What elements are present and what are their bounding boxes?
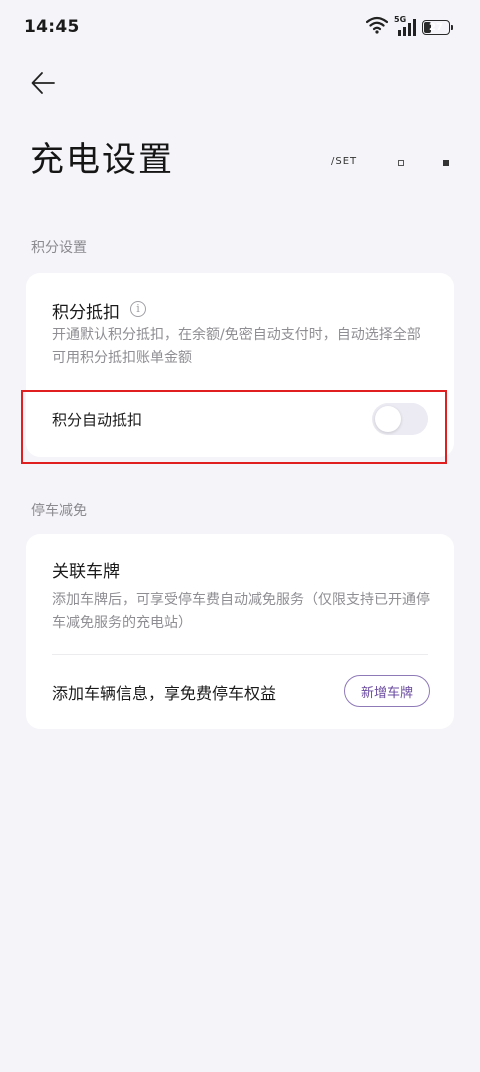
- battery-cap: [451, 24, 453, 30]
- add-plate-button[interactable]: 新增车牌: [344, 675, 430, 707]
- info-icon[interactable]: i: [130, 301, 146, 317]
- divider: [52, 654, 428, 655]
- status-icons: 5G 27: [365, 15, 453, 38]
- section-label-points: 积分设置: [31, 240, 87, 256]
- parking-description: 添加车牌后，可享受停车费自动减免服务（仅限支持已开通停车减免服务的充电站）: [52, 592, 430, 631]
- status-bar: 14:45 5G 27: [0, 0, 480, 56]
- add-vehicle-text: 添加车辆信息，享免费停车权益: [52, 684, 277, 703]
- page-title: 充电设置: [30, 140, 174, 180]
- set-label: /SET: [331, 156, 358, 167]
- arrow-left-icon: [31, 72, 55, 94]
- section-label-parking: 停车减免: [31, 503, 87, 519]
- square-filled-icon: [443, 160, 449, 166]
- highlight-box: [21, 390, 447, 464]
- points-description: 开通默认积分抵扣，在余额/免密自动支付时，自动选择全部可用积分抵扣账单金额: [52, 327, 421, 366]
- battery-icon: 27: [422, 19, 453, 35]
- wifi-icon: [365, 16, 389, 38]
- parking-card: 关联车牌 添加车牌后，可享受停车费自动减免服务（仅限支持已开通停车减免服务的充电…: [26, 534, 454, 729]
- points-title: 积分抵扣: [52, 303, 120, 323]
- battery-level: 27: [429, 21, 443, 33]
- parking-title: 关联车牌: [52, 562, 120, 582]
- square-outline-icon: [398, 160, 404, 166]
- status-time: 14:45: [24, 17, 80, 37]
- back-button[interactable]: [26, 66, 60, 100]
- cellular-signal-icon: 5G: [394, 15, 416, 37]
